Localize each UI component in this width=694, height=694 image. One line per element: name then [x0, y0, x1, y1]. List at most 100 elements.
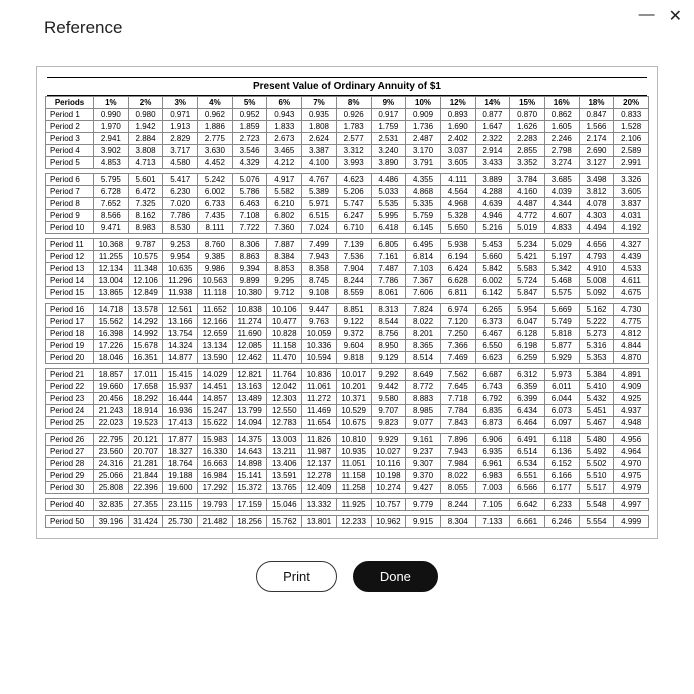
period-label: Period 17	[46, 316, 94, 328]
value-cell: 6.495	[406, 239, 441, 251]
value-cell: 2.624	[302, 133, 337, 145]
value-cell: 12.303	[267, 393, 302, 405]
value-cell: 5.328	[440, 210, 475, 222]
value-cell: 8.883	[406, 393, 441, 405]
value-cell: 4.946	[475, 210, 510, 222]
value-cell: 3.837	[614, 198, 649, 210]
value-cell: 7.499	[302, 239, 337, 251]
value-cell: 5.076	[232, 174, 267, 186]
value-cell: 6.177	[544, 482, 579, 494]
value-cell: 8.306	[232, 239, 267, 251]
value-cell: 9.442	[371, 381, 406, 393]
value-cell: 6.935	[475, 446, 510, 458]
value-cell: 1.970	[94, 121, 129, 133]
value-cell: 1.913	[163, 121, 198, 133]
value-cell: 7.943	[440, 446, 475, 458]
value-cell: 4.192	[614, 222, 649, 234]
value-cell: 32.835	[94, 499, 129, 511]
value-cell: 5.468	[544, 275, 579, 287]
period-label: Period 3	[46, 133, 94, 145]
value-cell: 12.278	[302, 470, 337, 482]
close-icon[interactable]: ✕	[669, 6, 682, 26]
period-label: Period 24	[46, 405, 94, 417]
minimize-icon[interactable]: —	[639, 6, 655, 26]
period-label: Period 29	[46, 470, 94, 482]
print-button[interactable]: Print	[256, 561, 337, 592]
period-label: Period 20	[46, 352, 94, 364]
value-cell: 3.685	[544, 174, 579, 186]
value-cell: 1.759	[371, 121, 406, 133]
value-cell: 7.250	[440, 328, 475, 340]
value-cell: 4.344	[544, 198, 579, 210]
value-cell: 6.210	[267, 198, 302, 210]
value-cell: 9.427	[406, 482, 441, 494]
value-cell: 3.352	[510, 157, 545, 169]
done-button[interactable]: Done	[353, 561, 438, 592]
value-cell: 10.198	[371, 470, 406, 482]
table-row: Period 1614.71813.57812.56111.65210.8381…	[46, 304, 649, 316]
period-label: Period 22	[46, 381, 94, 393]
value-cell: 11.296	[163, 275, 198, 287]
value-cell: 0.980	[128, 109, 163, 121]
value-cell: 3.127	[579, 157, 614, 169]
value-cell: 17.226	[94, 340, 129, 352]
value-cell: 1.886	[198, 121, 233, 133]
table-row: Period 2522.02319.52317.41315.62214.0941…	[46, 417, 649, 429]
value-cell: 10.757	[371, 499, 406, 511]
value-cell: 7.562	[440, 369, 475, 381]
value-cell: 7.984	[440, 458, 475, 470]
value-cell: 2.673	[267, 133, 302, 145]
table-row: Period 1715.56214.29213.16612.16611.2741…	[46, 316, 649, 328]
value-cell: 1.566	[579, 121, 614, 133]
value-cell: 15.937	[163, 381, 198, 393]
value-cell: 6.418	[371, 222, 406, 234]
value-cell: 7.722	[232, 222, 267, 234]
value-cell: 6.550	[475, 340, 510, 352]
value-cell: 1.833	[267, 121, 302, 133]
value-cell: 12.550	[267, 405, 302, 417]
value-cell: 8.111	[198, 222, 233, 234]
value-cell: 2.690	[579, 145, 614, 157]
value-cell: 6.073	[544, 405, 579, 417]
value-cell: 8.851	[336, 304, 371, 316]
value-cell: 3.890	[371, 157, 406, 169]
table-row: Period 2723.56020.70718.32716.33014.6431…	[46, 446, 649, 458]
value-cell: 11.925	[336, 499, 371, 511]
value-cell: 4.078	[579, 198, 614, 210]
value-cell: 5.954	[510, 304, 545, 316]
table-row: Period 54.8534.7134.5804.4524.3294.2124.…	[46, 157, 649, 169]
value-cell: 5.216	[475, 222, 510, 234]
value-cell: 5.582	[267, 186, 302, 198]
value-cell: 0.870	[510, 109, 545, 121]
value-cell: 5.206	[336, 186, 371, 198]
value-cell: 13.865	[94, 287, 129, 299]
value-cell: 6.424	[440, 263, 475, 275]
value-cell: 10.836	[302, 369, 337, 381]
value-cell: 6.233	[544, 499, 579, 511]
value-cell: 5.453	[475, 239, 510, 251]
value-cell: 9.307	[406, 458, 441, 470]
value-cell: 8.061	[371, 287, 406, 299]
table-container: Present Value of Ordinary Annuity of $1 …	[36, 66, 658, 539]
value-cell: 2.991	[614, 157, 649, 169]
value-cell: 6.534	[510, 458, 545, 470]
value-cell: 4.964	[614, 446, 649, 458]
value-cell: 12.134	[94, 263, 129, 275]
value-cell: 11.051	[336, 458, 371, 470]
value-cell: 4.111	[440, 174, 475, 186]
table-body: Period 10.9900.9800.9710.9620.9520.9430.…	[46, 109, 649, 528]
value-cell: 6.166	[544, 470, 579, 482]
value-cell: 4.775	[614, 316, 649, 328]
value-cell: 11.061	[302, 381, 337, 393]
value-cell: 7.108	[232, 210, 267, 222]
value-cell: 5.786	[232, 186, 267, 198]
value-cell: 5.480	[579, 434, 614, 446]
value-cell: 10.336	[302, 340, 337, 352]
value-cell: 6.097	[544, 417, 579, 429]
value-cell: 0.847	[579, 109, 614, 121]
value-cell: 13.591	[267, 470, 302, 482]
value-cell: 13.799	[232, 405, 267, 417]
value-cell: 10.380	[232, 287, 267, 299]
value-cell: 6.733	[198, 198, 233, 210]
value-cell: 5.342	[544, 263, 579, 275]
